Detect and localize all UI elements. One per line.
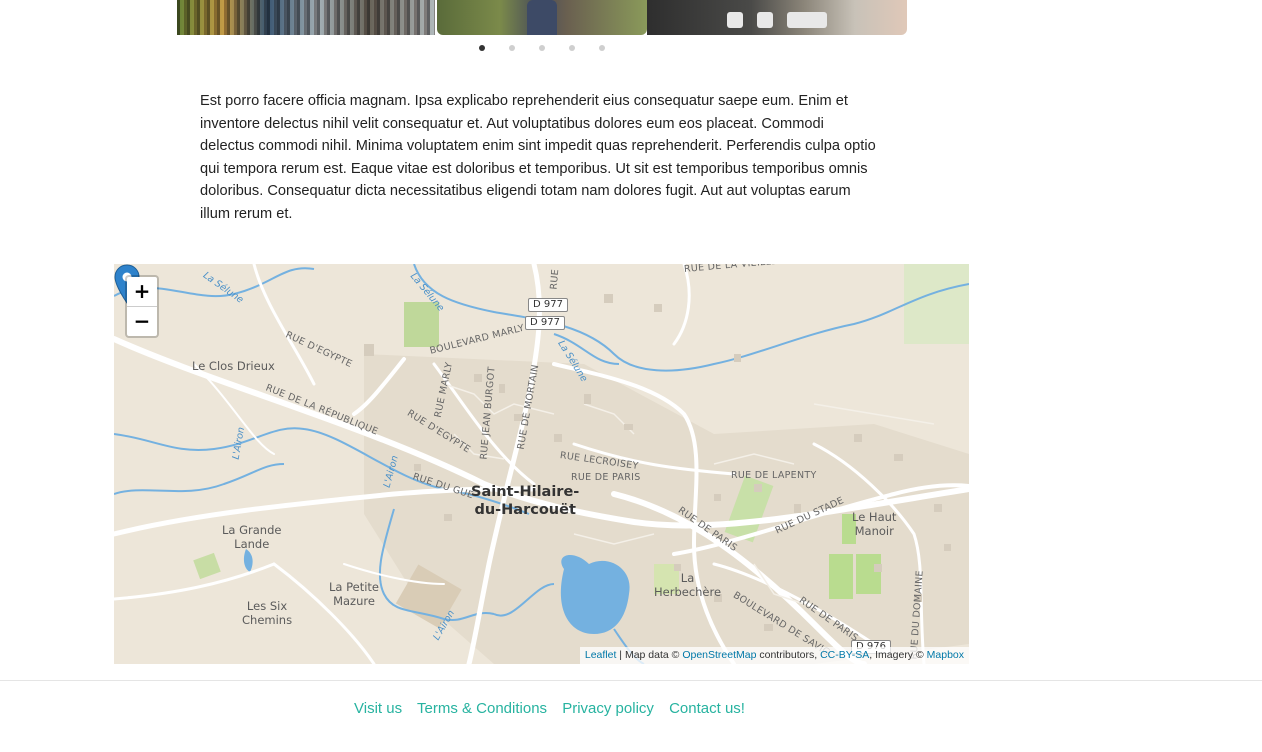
map-attribution: Leaflet | Map data © OpenStreetMap contr… (579, 647, 969, 664)
footer-link-privacy[interactable]: Privacy policy (562, 700, 654, 717)
road-label: RUE DE LAPENTY (731, 470, 817, 481)
leaflet-link[interactable]: Leaflet (585, 649, 617, 661)
place-label-line: Herbechère (654, 585, 722, 599)
openstreetmap-link[interactable]: OpenStreetMap (682, 649, 756, 661)
carousel-image-food-stall[interactable] (647, 0, 907, 35)
town-label-saint-hilaire: Saint-Hilaire- du-Harcouët (471, 483, 579, 519)
place-label-le-clos-drieux: Le Clos Drieux (192, 359, 275, 373)
zoom-in-button[interactable]: + (127, 277, 157, 307)
place-label-line: La Petite (329, 580, 379, 594)
carousel-dot-4[interactable] (569, 45, 575, 51)
attribution-text: , Imagery © (869, 649, 927, 661)
road-label: RUE DE PARIS (571, 472, 641, 483)
footer-link-visit-us[interactable]: Visit us (354, 700, 402, 717)
road-label: RUE (548, 268, 562, 290)
cup-shape (727, 12, 743, 28)
mapbox-link[interactable]: Mapbox (927, 649, 964, 661)
zoom-out-button[interactable]: − (127, 307, 157, 336)
town-label-line: Saint-Hilaire- (471, 484, 580, 500)
crowd-texture (177, 0, 435, 35)
location-map[interactable]: D 977 D 977 D 976 RUE D'EGYPTE RUE DE LA… (114, 264, 969, 664)
carousel-dot-3[interactable] (539, 45, 545, 51)
carousel-image-person-field[interactable] (437, 0, 647, 35)
image-carousel[interactable] (177, 0, 907, 35)
carousel-dot-2[interactable] (509, 45, 515, 51)
place-label-les-six-chemins: Les Six Chemins (242, 599, 292, 627)
attribution-text: contributors, (756, 649, 821, 661)
town-label-line: du-Harcouët (474, 502, 576, 518)
place-label-line: La (680, 571, 695, 585)
place-label-line: Le Haut (852, 510, 897, 524)
map-zoom-control: + − (125, 275, 159, 338)
carousel-pagination (471, 45, 611, 55)
carousel-dot-5[interactable] (599, 45, 605, 51)
place-label-line: Mazure (333, 594, 375, 608)
footer-link-contact[interactable]: Contact us! (669, 700, 745, 717)
description-paragraph: Est porro facere officia magnam. Ipsa ex… (200, 93, 876, 222)
place-label-line: Manoir (854, 524, 894, 538)
attribution-text: | Map data © (616, 649, 683, 661)
carousel-image-market-crowd[interactable] (177, 0, 435, 35)
place-label-line: La Grande (222, 523, 282, 537)
road-shield-d977: D 977 (528, 298, 568, 312)
place-label-la-petite-mazure: La Petite Mazure (329, 580, 379, 608)
carousel-dot-1[interactable] (479, 45, 485, 51)
cc-by-sa-link[interactable]: CC-BY-SA (820, 649, 869, 661)
place-label-le-haut-manoir: Le Haut Manoir (852, 510, 896, 538)
place-label-la-grande-lande: La Grande Lande (222, 523, 281, 551)
footer-nav: Visit us Terms & Conditions Privacy poli… (354, 700, 756, 722)
footer-divider (0, 680, 1262, 681)
cup-shape (757, 12, 773, 28)
place-label-line: Les Six (246, 599, 288, 613)
road-shield-d977: D 977 (525, 316, 565, 330)
place-label-line: Chemins (242, 613, 293, 627)
footer-link-terms[interactable]: Terms & Conditions (417, 700, 547, 717)
place-label-line: Lande (234, 537, 270, 551)
person-figure (527, 0, 557, 35)
tray-shape (787, 12, 827, 28)
place-label-la-herbechere: La Herbechère (654, 571, 721, 599)
